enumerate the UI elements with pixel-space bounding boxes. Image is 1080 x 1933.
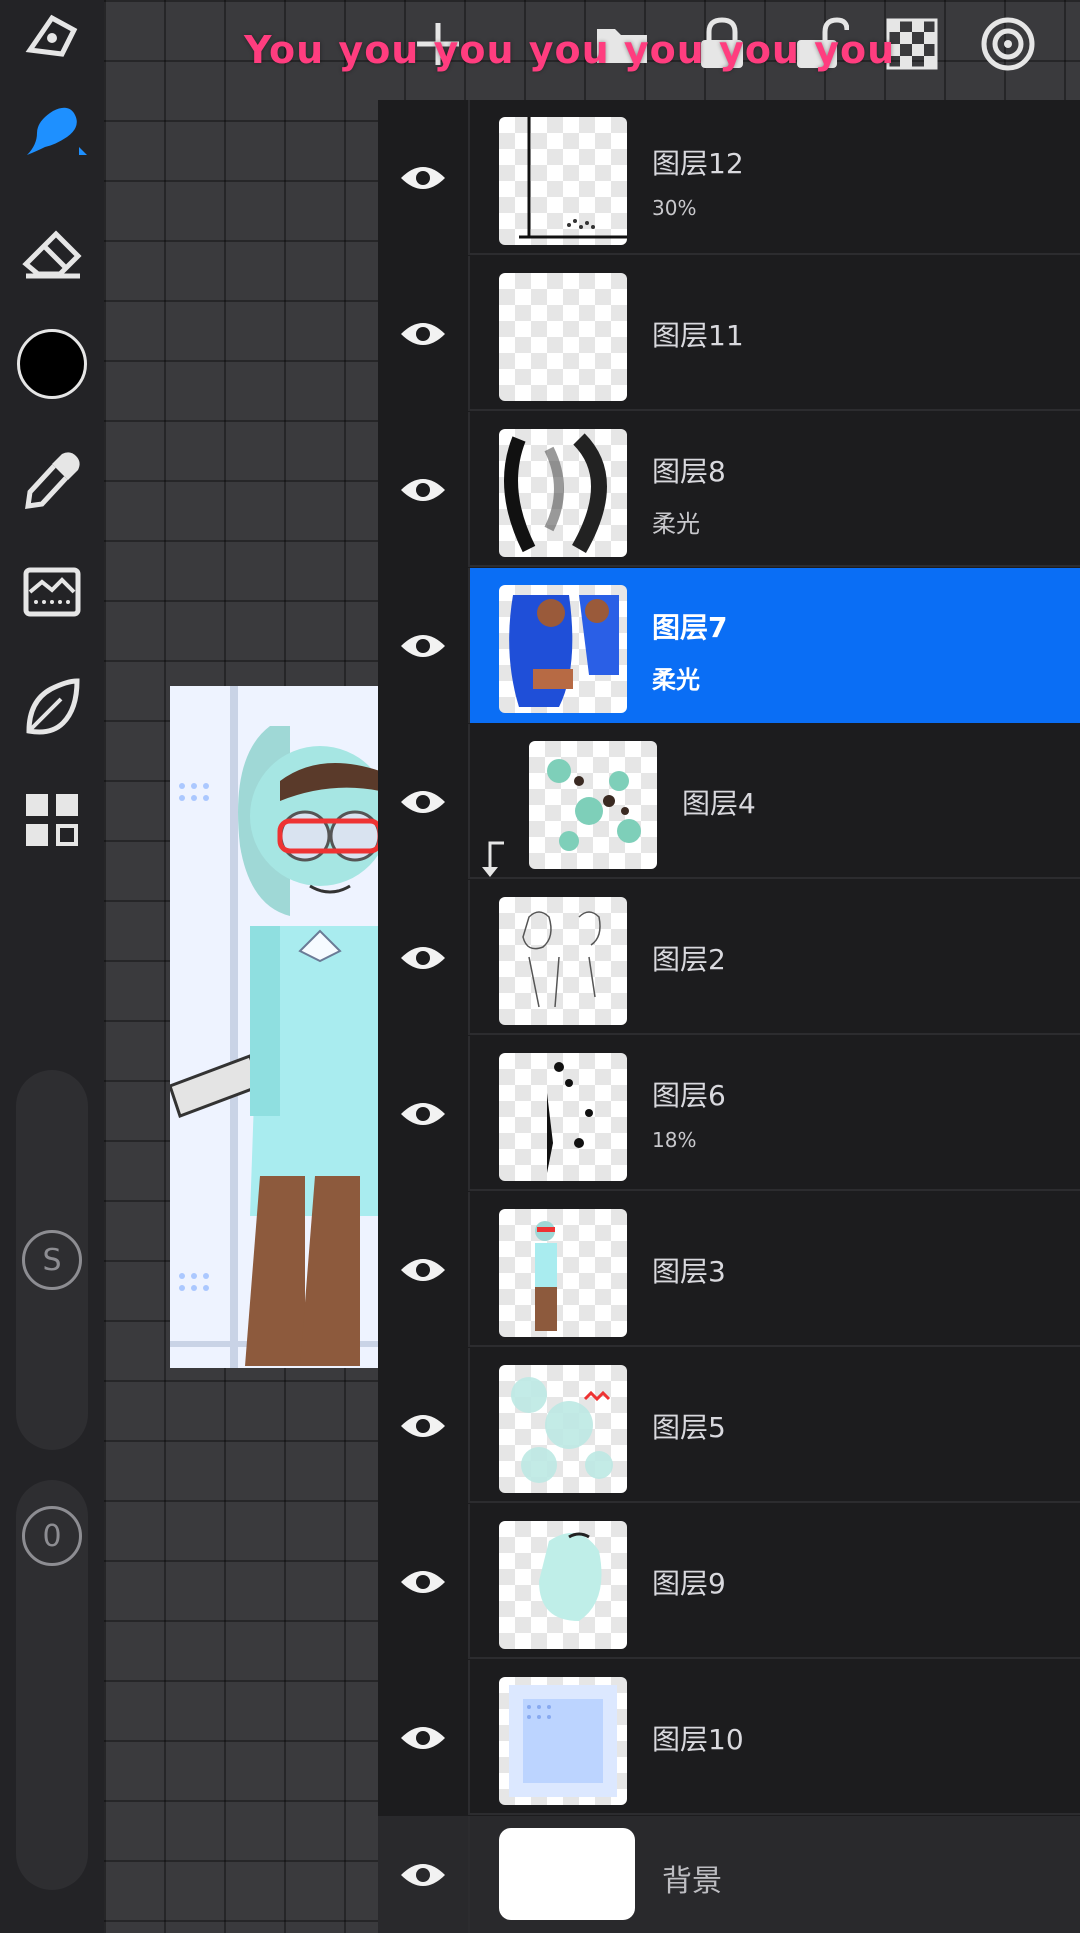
layer-blend-mode: 柔光 bbox=[652, 510, 700, 538]
layer-name: 图层3 bbox=[652, 1255, 726, 1288]
layer-row[interactable]: 图层10 bbox=[378, 1660, 1080, 1815]
eye-icon[interactable] bbox=[378, 1660, 470, 1815]
eraser-icon[interactable] bbox=[16, 218, 88, 290]
color-swatch[interactable] bbox=[16, 328, 88, 400]
layer-name: 图层9 bbox=[652, 1567, 726, 1600]
layer-row[interactable]: 图层9 bbox=[378, 1504, 1080, 1659]
layer-thumbnail bbox=[499, 1053, 627, 1181]
brush-opacity-knob[interactable]: 0 bbox=[22, 1506, 82, 1566]
eye-icon[interactable] bbox=[378, 256, 470, 411]
layer-thumbnail bbox=[499, 897, 627, 1025]
layer-name: 图层7 bbox=[652, 611, 728, 644]
background-layer-row[interactable]: 背景 bbox=[378, 1816, 1080, 1933]
layer-row[interactable]: 图层6 18% bbox=[378, 1036, 1080, 1191]
eye-icon[interactable] bbox=[378, 412, 470, 567]
adjustments-icon[interactable] bbox=[16, 556, 88, 628]
layer-row[interactable]: 图层12 30% bbox=[378, 100, 1080, 255]
layer-thumbnail bbox=[499, 1365, 627, 1493]
eye-icon[interactable] bbox=[378, 724, 470, 879]
layer-thumbnail bbox=[499, 429, 627, 557]
layer-name: 图层12 bbox=[652, 147, 744, 180]
background-color-swatch[interactable] bbox=[499, 1828, 635, 1920]
layer-name: 图层8 bbox=[652, 455, 726, 488]
clipping-mask-arrow-icon bbox=[478, 839, 508, 879]
brush-size-knob[interactable]: S bbox=[22, 1230, 82, 1290]
character-illustration bbox=[170, 686, 380, 1368]
eyedropper-icon[interactable] bbox=[16, 444, 88, 516]
layer-row[interactable]: 图层8 柔光 bbox=[378, 412, 1080, 567]
layer-name: 图层10 bbox=[652, 1723, 744, 1756]
layer-name: 图层2 bbox=[652, 943, 726, 976]
layer-opacity: 18% bbox=[652, 1128, 697, 1152]
brush-icon[interactable] bbox=[16, 96, 88, 168]
layer-thumbnail bbox=[529, 741, 657, 869]
layer-name: 背景 bbox=[662, 1864, 722, 1899]
brush-size-slider[interactable]: S bbox=[16, 1070, 88, 1450]
eye-icon[interactable] bbox=[378, 568, 470, 723]
layer-row[interactable]: 图层2 bbox=[378, 880, 1080, 1035]
layer-row[interactable]: 图层11 bbox=[378, 256, 1080, 411]
layer-row[interactable]: 图层5 bbox=[378, 1348, 1080, 1503]
eye-icon[interactable] bbox=[378, 1036, 470, 1191]
eye-icon[interactable] bbox=[378, 100, 470, 255]
layer-name: 图层5 bbox=[652, 1411, 726, 1444]
eye-icon[interactable] bbox=[378, 1816, 470, 1933]
layer-thumbnail bbox=[499, 273, 627, 401]
layers-icon[interactable] bbox=[16, 784, 88, 856]
gallery-icon[interactable] bbox=[16, 0, 88, 72]
layers-panel: 图层12 30% 图层11 图层8 柔光 图层7 柔光 图层4 图层2 图层6 … bbox=[378, 100, 1080, 1933]
brush-opacity-slider[interactable]: 0 bbox=[16, 1480, 88, 1890]
layer-blend-mode: 柔光 bbox=[652, 666, 700, 694]
layer-thumbnail bbox=[499, 1209, 627, 1337]
layer-thumbnail bbox=[499, 1521, 627, 1649]
smudge-leaf-icon[interactable] bbox=[16, 672, 88, 744]
banner-text: You you you you you you you bbox=[244, 28, 896, 72]
eye-icon[interactable] bbox=[378, 1504, 470, 1659]
layer-opacity: 30% bbox=[652, 196, 697, 220]
layer-name: 图层6 bbox=[652, 1079, 726, 1112]
layer-row[interactable]: 图层3 bbox=[378, 1192, 1080, 1347]
eye-icon[interactable] bbox=[378, 1348, 470, 1503]
layer-name: 图层4 bbox=[682, 787, 756, 820]
eye-icon[interactable] bbox=[378, 880, 470, 1035]
layer-row-clipped[interactable]: 图层4 bbox=[378, 724, 1080, 879]
layer-thumbnail bbox=[499, 117, 627, 245]
eye-icon[interactable] bbox=[378, 1192, 470, 1347]
layer-thumbnail bbox=[499, 1677, 627, 1805]
left-toolbar: S 0 bbox=[0, 0, 104, 1933]
layer-row-selected[interactable]: 图层7 柔光 bbox=[378, 568, 1080, 723]
layer-thumbnail bbox=[499, 585, 627, 713]
artwork-canvas[interactable] bbox=[170, 686, 380, 1368]
target-icon[interactable] bbox=[976, 12, 1040, 76]
layer-name: 图层11 bbox=[652, 319, 744, 352]
